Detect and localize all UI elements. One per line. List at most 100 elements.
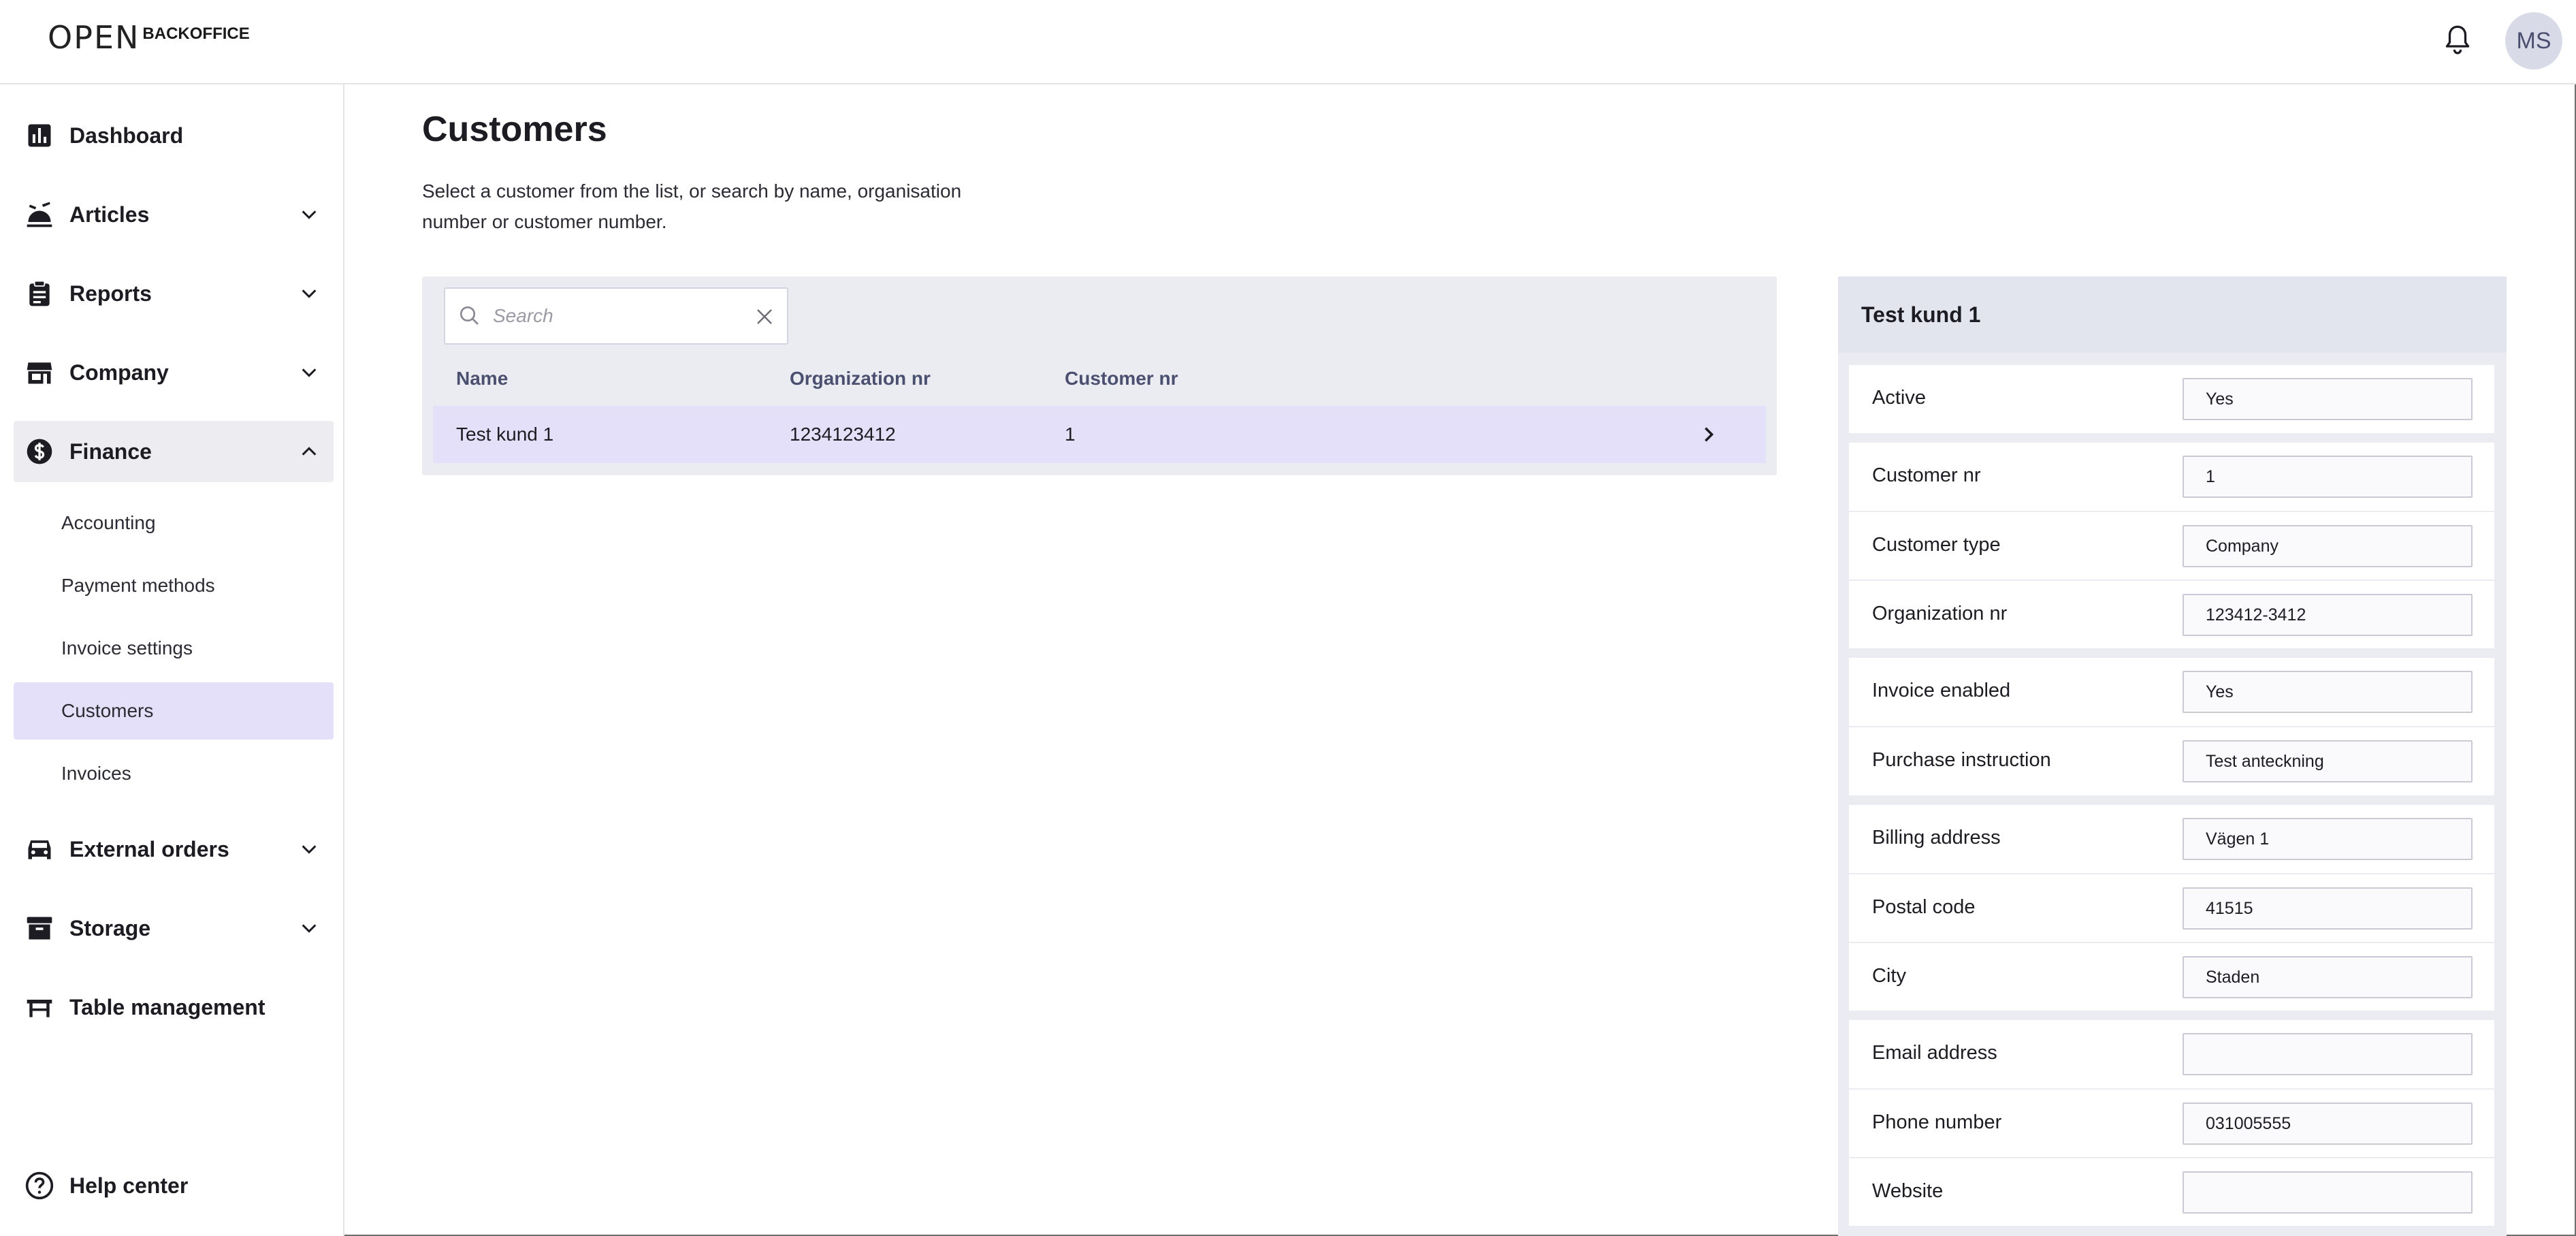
field-label: Customer type [1872,534,2001,556]
cell-name: Test kund 1 [456,424,554,445]
sidebar-subitem-payment-methods[interactable]: Payment methods [14,557,334,614]
field-label: Website [1872,1180,1944,1202]
sidebar-item-finance[interactable]: Finance [14,421,334,482]
chevron-down-icon [302,924,317,933]
page-description: Select a customer from the list, or sear… [422,180,962,232]
field-row-email-address: Email address [1849,1020,2494,1088]
column-header-name[interactable]: Name [456,368,508,390]
user-avatar[interactable]: MS [2505,12,2562,69]
chevron-right-icon[interactable] [1699,425,1718,444]
customer-type-field[interactable] [2183,525,2473,567]
cell-organization-nr: 1234123412 [790,424,896,445]
notification-bell-icon[interactable] [2444,25,2471,56]
sidebar-item-label: Articles [69,202,150,227]
website-field[interactable] [2183,1171,2473,1214]
sidebar-item-company[interactable]: Company [14,342,334,403]
field-label: Purchase instruction [1872,749,2051,771]
field-row-website: Website [1849,1157,2494,1225]
sidebar-item-reports[interactable]: Reports [14,263,334,324]
column-header-organization-nr[interactable]: Organization nr [790,368,931,390]
help-icon [25,1171,54,1200]
sidebar-item-external-orders[interactable]: External orders [14,819,334,880]
food-icon [27,202,52,227]
field-label: Phone number [1872,1111,2002,1133]
table-row[interactable]: Test kund 1 1234123412 1 [433,406,1766,463]
search-input[interactable] [493,305,738,327]
sidebar-subitem-invoice-settings[interactable]: Invoice settings [14,620,334,677]
field-label: Email address [1872,1042,1997,1064]
field-group-invoice: Invoice enabled Purchase instruction [1849,658,2494,795]
billing-address-field[interactable] [2183,818,2473,860]
car-icon [28,840,51,859]
table-icon [27,1000,52,1017]
city-field[interactable] [2183,956,2473,998]
field-row-organization-nr: Organization nr [1849,580,2494,648]
page-title: Customers [422,110,607,149]
email-address-field[interactable] [2183,1033,2473,1075]
sidebar-item-label: Finance [69,439,152,464]
field-row-postal-code: Postal code [1849,873,2494,941]
field-row-customer-nr: Customer nr [1849,443,2494,511]
logo-text: BACKOFFICE [142,25,250,43]
field-group-identity: Customer nr Customer type Organization n… [1849,443,2494,648]
chevron-down-icon [302,210,317,219]
store-icon [27,362,52,384]
field-label: Invoice enabled [1872,680,2011,701]
active-field[interactable] [2183,378,2473,420]
top-bar: OPEN BACKOFFICE MS [0,0,2576,84]
sidebar-subitem-customers[interactable]: Customers [14,682,334,740]
field-group-status: Active [1849,365,2494,433]
field-row-purchase-instruction: Purchase instruction [1849,726,2494,794]
field-row-city: City [1849,942,2494,1010]
sidebar-item-articles[interactable]: Articles [14,184,334,245]
sidebar-item-label: Storage [69,915,151,940]
chevron-down-icon [302,289,317,298]
field-row-invoice-enabled: Invoice enabled [1849,658,2494,726]
clipboard-icon [29,280,50,306]
dollar-icon [27,439,52,464]
sidebar-item-label: Table management [69,994,265,1019]
sidebar-item-dashboard[interactable]: Dashboard [14,105,334,166]
field-group-address: Billing address Postal code City [1849,805,2494,1011]
clear-search-icon[interactable] [754,306,775,327]
chevron-down-icon [302,368,317,377]
customer-detail-title: Test kund 1 [1838,276,2507,353]
sidebar-subitem-invoices[interactable]: Invoices [14,745,334,802]
customer-nr-field[interactable] [2183,456,2473,498]
sidebar-item-label: Company [69,360,169,385]
bar-chart-icon [28,124,51,147]
field-label: City [1872,965,1906,987]
logo-mark: OPEN [48,19,140,56]
column-header-customer-nr[interactable]: Customer nr [1065,368,1178,390]
sidebar: Dashboard Articles Reports Company Finan… [0,84,344,1236]
field-label: Customer nr [1872,464,1981,486]
sidebar-item-label: External orders [69,836,229,861]
search-box[interactable] [444,287,788,345]
purchase-instruction-field[interactable] [2183,740,2473,782]
sidebar-item-label: Reports [69,281,152,306]
customer-list-panel: Name Organization nr Customer nr Test ku… [422,276,1777,475]
sidebar-item-help-center[interactable]: Help center [14,1155,334,1216]
organization-nr-field[interactable] [2183,594,2473,636]
sidebar-item-table-management[interactable]: Table management [14,977,334,1038]
field-label: Billing address [1872,827,2001,849]
archive-icon [27,917,52,940]
sidebar-item-label: Help center [69,1173,189,1198]
field-label: Organization nr [1872,603,2008,624]
cell-customer-nr: 1 [1065,424,1076,445]
customer-detail-panel: Test kund 1 Active Customer nr Customer … [1838,276,2507,1236]
field-row-phone-number: Phone number [1849,1088,2494,1156]
sidebar-item-label: Dashboard [69,123,184,148]
app-logo[interactable]: OPEN BACKOFFICE [48,20,250,54]
sidebar-item-storage[interactable]: Storage [14,898,334,959]
field-label: Active [1872,387,1926,409]
invoice-enabled-field[interactable] [2183,671,2473,713]
field-row-billing-address: Billing address [1849,805,2494,873]
field-label: Postal code [1872,896,1976,918]
phone-number-field[interactable] [2183,1103,2473,1145]
sidebar-subitem-accounting[interactable]: Accounting [14,494,334,552]
table-header: Name Organization nr Customer nr [433,358,1766,399]
postal-code-field[interactable] [2183,887,2473,930]
field-group-contact: Email address Phone number Website [1849,1020,2494,1226]
field-row-customer-type: Customer type [1849,511,2494,579]
